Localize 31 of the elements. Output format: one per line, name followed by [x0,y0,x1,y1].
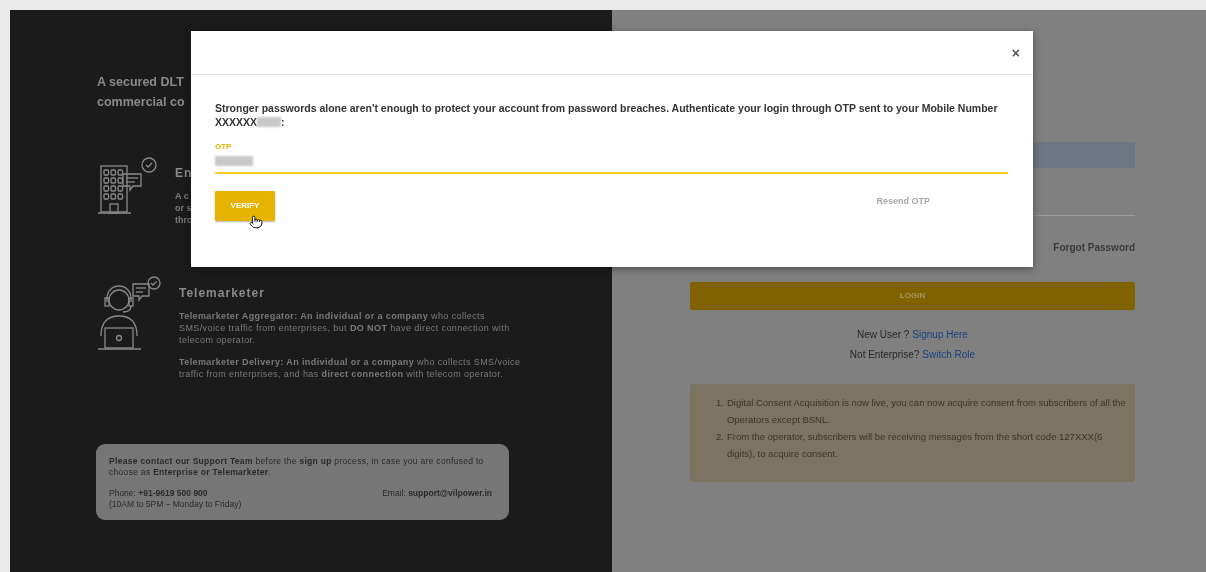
role-title: Telemarketer [179,285,265,302]
signup-link[interactable]: Signup Here [912,327,968,342]
support-phone: Phone: +91-9619 500 900 [109,488,209,499]
otp-label: OTP [215,141,232,153]
otp-message: Stronger passwords alone aren't enough to protect your account from password breaches. Authenticate your login through OTP sent to your Mobile Number [215,101,998,115]
notice-number: 1. [716,396,724,410]
role-prompt: Not Enterprise? [849,348,920,362]
role-description-line: or s [175,202,192,214]
role-description: Telemarketer Delivery: An individual or a company who collects SMS/voice traffic from enterprises, and has direct connection with telecom operator. [179,356,522,380]
role-title: En [175,165,193,182]
forgot-password-link[interactable]: Forgot Password [1053,240,1135,255]
otp-input[interactable]: OTP [215,141,1008,174]
notice-number: 2. [716,430,724,444]
heading-line: commercial co [97,94,185,111]
masked-mobile-number: XXXXXX [215,115,258,129]
verify-button[interactable]: VERIFY [215,191,275,221]
redacted-otp [215,156,253,166]
support-email: Email: support@vilpower.in [382,488,492,499]
role-description-line: A c [175,190,189,202]
redacted-digits [257,117,282,127]
login-button[interactable]: LOGIN [690,282,1135,310]
switch-role-link[interactable]: Switch Role [922,347,976,362]
signup-prompt: New User ? [857,328,910,342]
heading-line: A secured DLT [97,74,184,91]
close-button[interactable]: × [1011,45,1020,60]
hand-cursor-icon [249,214,263,230]
role-description: Telemarketer Aggregator: An individual or a company who collects SMS/voice traffic from enterprises, but DO NOT have direct connection with telecom operator. [179,310,511,346]
message-colon: : [281,115,285,129]
support-message: Please contact our Support Team before the sign up process, in case you are confused to choose as Enterprise or Telemarketer. [109,456,485,478]
support-hours: (10AM to 5PM – Monday to Friday) [109,499,242,510]
headset-agent-icon [97,276,163,352]
